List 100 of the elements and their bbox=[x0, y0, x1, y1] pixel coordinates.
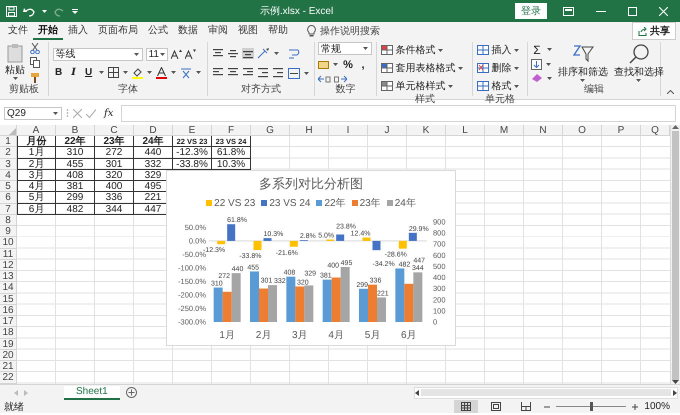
caret-icon[interactable] bbox=[170, 71, 176, 74]
save-icon[interactable] bbox=[6, 6, 17, 16]
style-button[interactable]: 单元格样式 bbox=[380, 78, 470, 94]
scroll-left-icon[interactable] bbox=[415, 390, 419, 396]
copy-icon[interactable] bbox=[30, 57, 41, 68]
collapse-ribbon-icon[interactable] bbox=[666, 90, 674, 94]
caret-icon[interactable] bbox=[274, 52, 279, 55]
row-header[interactable]: 3 bbox=[0, 158, 17, 170]
tell-me-field[interactable]: 操作说明搜索 bbox=[320, 26, 390, 36]
ribbon-tab[interactable]: 文件 bbox=[3, 22, 33, 40]
scroll-up-icon[interactable] bbox=[672, 125, 679, 129]
row-header[interactable]: 11 bbox=[0, 248, 17, 260]
row-header[interactable]: 8 bbox=[0, 214, 17, 226]
row-header[interactable]: 13 bbox=[0, 271, 17, 282]
font-name-field[interactable]: 等线 bbox=[52, 48, 143, 60]
bottom-align-icon[interactable] bbox=[242, 48, 254, 59]
caret-icon[interactable] bbox=[636, 79, 642, 82]
column-header[interactable]: A bbox=[17, 125, 56, 136]
ribbon-display-icon[interactable] bbox=[563, 6, 574, 16]
column-header[interactable]: E bbox=[173, 125, 212, 136]
insert-function-button[interactable]: fx bbox=[100, 108, 118, 118]
middle-align-icon[interactable] bbox=[227, 48, 239, 59]
row-header[interactable]: 4 bbox=[0, 170, 17, 181]
ribbon-tab[interactable]: 页面布局 bbox=[93, 22, 143, 40]
zoom-in-icon[interactable] bbox=[632, 404, 638, 410]
phonetic-icon[interactable] bbox=[180, 66, 192, 78]
row-header[interactable]: 14 bbox=[0, 282, 17, 294]
chart[interactable] bbox=[166, 170, 456, 346]
decrease-indent-icon[interactable] bbox=[257, 67, 269, 78]
close-icon[interactable] bbox=[659, 6, 668, 16]
page-break-icon[interactable] bbox=[521, 402, 532, 411]
caret-icon[interactable] bbox=[12, 77, 18, 80]
zoom-thumb[interactable] bbox=[590, 402, 594, 411]
column-header[interactable]: H bbox=[290, 125, 329, 136]
normal-view-icon[interactable] bbox=[461, 402, 472, 411]
borders-icon[interactable] bbox=[108, 67, 119, 78]
zoom-level[interactable]: 100% bbox=[644, 401, 670, 412]
font-style-button[interactable]: U bbox=[82, 67, 95, 78]
scrollbar-thumb[interactable] bbox=[672, 131, 679, 380]
increase-indent-icon[interactable] bbox=[272, 67, 284, 78]
align-center-icon[interactable] bbox=[227, 67, 239, 78]
number-style-button[interactable]: % bbox=[342, 58, 354, 71]
column-header[interactable]: B bbox=[56, 125, 95, 136]
column-header[interactable]: L bbox=[446, 125, 485, 136]
column-header[interactable]: O bbox=[563, 125, 602, 136]
sort-filter-button[interactable]: 排序和筛选 bbox=[556, 42, 609, 84]
caret-icon[interactable] bbox=[333, 63, 338, 66]
row-header[interactable]: 9 bbox=[0, 226, 17, 238]
fill-down-icon[interactable] bbox=[530, 59, 542, 70]
maximize-icon[interactable] bbox=[628, 6, 637, 16]
number-format-field[interactable]: 常规 bbox=[318, 42, 372, 56]
row-header[interactable]: 19 bbox=[0, 338, 17, 350]
share-button[interactable]: 共享 bbox=[632, 22, 676, 40]
column-header[interactable]: G bbox=[251, 125, 290, 136]
caret-icon[interactable] bbox=[514, 48, 520, 52]
row-header[interactable]: 20 bbox=[0, 350, 17, 361]
merge-center-icon[interactable] bbox=[288, 68, 300, 78]
find-select-button[interactable]: 查找和选择 bbox=[612, 42, 665, 84]
undo-icon[interactable] bbox=[23, 6, 35, 16]
sign-in-button[interactable]: 登录 bbox=[515, 3, 547, 19]
row-header[interactable]: 1 bbox=[0, 136, 17, 148]
scrollbar-thumb[interactable] bbox=[421, 389, 671, 396]
row-header[interactable]: 17 bbox=[0, 316, 17, 328]
caret-icon[interactable] bbox=[98, 71, 104, 74]
ribbon-tab[interactable]: 数据 bbox=[173, 22, 203, 40]
caret-icon[interactable] bbox=[438, 48, 444, 52]
row-header[interactable]: 2 bbox=[0, 147, 17, 158]
paste-button[interactable]: 粘贴 bbox=[4, 42, 26, 84]
row-header[interactable]: 6 bbox=[0, 192, 17, 204]
column-header[interactable]: D bbox=[134, 125, 173, 136]
ribbon-tab[interactable]: 视图 bbox=[233, 22, 263, 40]
row-header[interactable]: 18 bbox=[0, 327, 17, 338]
caret-icon[interactable] bbox=[363, 47, 368, 50]
column-header[interactable]: M bbox=[485, 125, 524, 136]
font-size-field[interactable]: 11 bbox=[146, 48, 168, 60]
cells-button[interactable]: 删除 bbox=[476, 60, 524, 76]
eraser-icon[interactable] bbox=[530, 73, 543, 84]
column-header[interactable]: I bbox=[329, 125, 368, 136]
cells-button[interactable]: 插入 bbox=[476, 42, 524, 58]
autosum-button[interactable]: Σ bbox=[530, 42, 543, 57]
caret-icon[interactable] bbox=[546, 63, 551, 66]
drag-handle-icon[interactable] bbox=[66, 108, 69, 118]
page-layout-icon[interactable] bbox=[491, 402, 502, 411]
wrap-text-icon[interactable] bbox=[288, 48, 300, 60]
align-right-icon[interactable] bbox=[242, 67, 254, 78]
add-sheet-icon[interactable] bbox=[126, 387, 137, 398]
caret-icon[interactable] bbox=[42, 10, 47, 12]
column-header[interactable]: K bbox=[407, 125, 446, 136]
column-header[interactable]: F bbox=[212, 125, 251, 136]
caret-icon[interactable] bbox=[53, 112, 58, 114]
column-header[interactable]: C bbox=[95, 125, 134, 136]
scroll-right-icon[interactable] bbox=[673, 390, 677, 396]
style-button[interactable]: 条件格式 bbox=[380, 42, 470, 58]
number-style-button[interactable]: , bbox=[357, 58, 369, 71]
caret-icon[interactable] bbox=[122, 71, 128, 74]
caret-icon[interactable] bbox=[146, 71, 152, 74]
row-header[interactable]: 7 bbox=[0, 204, 17, 215]
row-header[interactable]: 22 bbox=[0, 372, 17, 384]
sheet-tab[interactable]: Sheet1 bbox=[64, 386, 120, 400]
name-box[interactable]: Q29 bbox=[4, 106, 62, 120]
